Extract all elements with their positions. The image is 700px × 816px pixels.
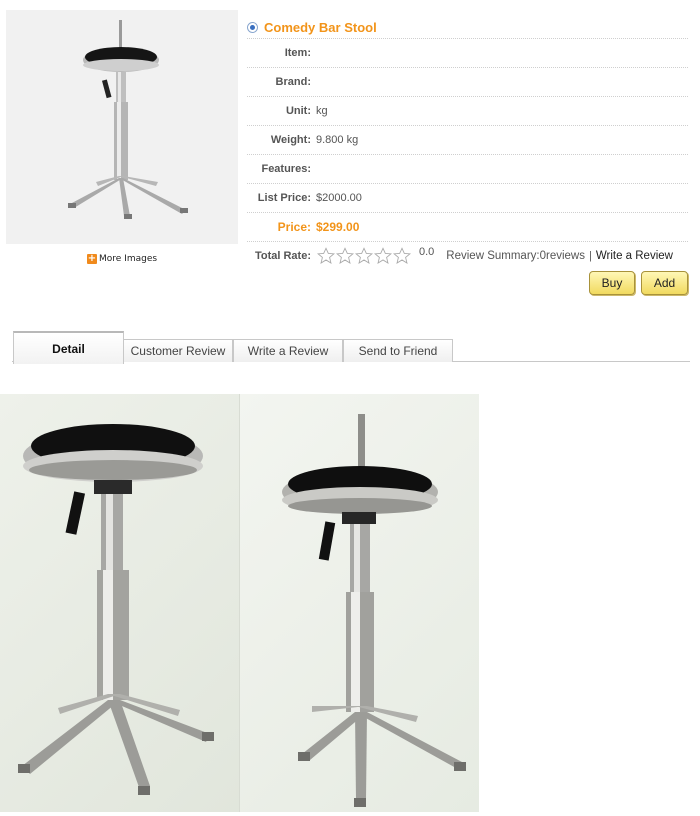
tab-send-to-friend[interactable]: Send to Friend [343,339,453,362]
photo-left-panel [0,394,240,812]
info-row-item: Item: [247,39,688,68]
photo-right-panel [240,394,479,812]
unit-label: Unit [285,105,308,117]
list-price-value: $2000.00 [316,192,362,204]
star-icon[interactable] [393,247,411,265]
weight-value: 9.800 kg [316,134,359,146]
tab-detail[interactable]: Detail [13,331,124,364]
review-summary: Review Summary:0reviews [446,250,585,262]
star-icon[interactable] [355,247,373,265]
weight-label: Weight [270,134,308,146]
total-rate-label: Total Rate [254,250,308,262]
summary-separator: | [588,250,592,262]
product-title: Comedy Bar Stool [264,19,377,35]
plus-icon: + [87,253,97,264]
buy-button[interactable]: Buy [589,271,635,295]
rating-score: 0.0 [419,246,435,258]
product-thumbnail[interactable] [6,10,238,244]
tab-write-review[interactable]: Write a Review [233,339,343,362]
info-row-features: Features: [247,155,688,184]
item-label: Item [284,47,308,59]
star-icon[interactable] [317,247,335,265]
price-label: Price [277,220,307,234]
radio-bullet-icon [247,22,258,33]
rating-row: Total Rate: 0.0 Review Summary:0reviews … [247,244,688,268]
info-row-list-price: List Price: $2000.00 [247,184,688,213]
list-price-label: List Price [257,192,308,204]
bar-stool-image [6,10,238,244]
product-detail-photo [0,394,479,812]
rating-stars [317,247,411,265]
info-row-unit: Unit: kg [247,97,688,126]
info-row-brand: Brand: [247,68,688,97]
features-label: Features [261,163,308,175]
more-images-label: More Images [99,254,158,264]
tab-customer-review[interactable]: Customer Review [123,339,233,362]
price-value: $299.00 [316,220,360,234]
star-icon[interactable] [336,247,354,265]
write-review-link[interactable]: Write a Review [596,250,673,262]
brand-label: Brand [275,76,308,88]
unit-value: kg [316,105,328,117]
info-row-weight: Weight: 9.800 kg [247,126,688,155]
bar-stool-image-large-right [282,414,466,807]
info-row-price: Price: $299.00 [247,213,688,242]
add-button[interactable]: Add [641,271,688,295]
bar-stool-image-large-left [18,424,214,795]
star-icon[interactable] [374,247,392,265]
product-info-table: Item: Brand: Unit: kg Weight: 9.800 kg F… [247,39,688,242]
more-images-link[interactable]: + More Images [87,254,157,264]
product-title-row: Comedy Bar Stool [247,16,688,39]
